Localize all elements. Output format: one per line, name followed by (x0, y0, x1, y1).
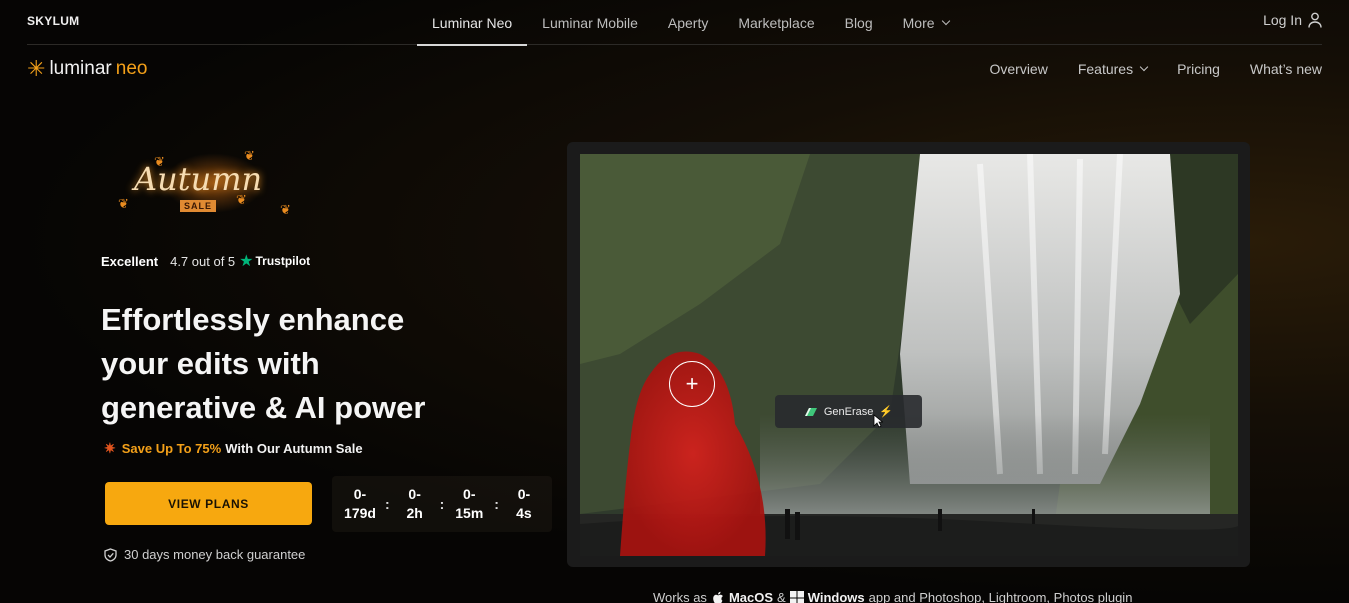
eraser-icon (804, 407, 817, 416)
rating-score: 4.7 out of 5 (170, 253, 236, 269)
trustpilot-name: Trustpilot (255, 254, 311, 268)
nav-blog[interactable]: Blog (830, 0, 888, 45)
platform-support-line: Works as MacOS & Windows app and Photosh… (653, 590, 1133, 603)
chevron-down-icon (941, 16, 950, 25)
trustpilot-star-icon: ★ (239, 253, 254, 270)
user-icon (1308, 12, 1322, 28)
sun-logo-icon: ✳ (27, 56, 46, 81)
autumn-sale-badge: ❦ ❦ ❦ ❦ ❦ Autumn SALE (104, 148, 294, 223)
timer-separator: : (384, 496, 390, 512)
nav-marketplace[interactable]: Marketplace (723, 0, 829, 45)
nav-overview[interactable]: Overview (989, 61, 1047, 77)
timer-seconds: 0- 4s (516, 486, 532, 521)
money-back-guarantee: 30 days money back guarantee (104, 547, 305, 562)
generase-label: GenErase (823, 405, 874, 418)
sale-text: With Our Autumn Sale (225, 441, 363, 456)
nav-pricing[interactable]: Pricing (1177, 61, 1220, 77)
nav-aperty[interactable]: Aperty (653, 0, 723, 45)
top-navbar: SKYLUM Luminar Neo Luminar Mobile Aperty… (27, 0, 1322, 46)
windows-icon (789, 590, 804, 603)
apple-icon (713, 591, 723, 603)
product-nav: Overview Features Pricing What’s new (989, 61, 1322, 77)
waterfall-preview-image (580, 154, 1238, 556)
brush-cursor: + (669, 361, 715, 407)
promo-sale-tag: SALE (180, 200, 217, 212)
chevron-down-icon (1139, 62, 1149, 72)
login-link[interactable]: Log In (1263, 12, 1322, 28)
nav-luminar-neo[interactable]: Luminar Neo (417, 0, 528, 46)
maple-leaf-icon: ✷ (104, 440, 116, 456)
generase-tool-chip[interactable]: GenErase ⚡ (775, 395, 922, 428)
timer-hours: 0- 2h (406, 486, 423, 521)
timer-separator: : (494, 496, 499, 512)
hero-headline: Effortlessly enhance your edits with gen… (101, 302, 426, 425)
timer-minutes: 0- 15m (455, 486, 484, 521)
skylum-brand[interactable]: SKYLUM (27, 14, 79, 28)
timer-days: 0- 179d (344, 486, 376, 521)
nav-features[interactable]: Features (1078, 61, 1149, 77)
view-plans-button[interactable]: VIEW PLANS (105, 482, 312, 525)
countdown-timer: 0- 179d : 0- 2h : 0- 15m : 0- 4s (332, 476, 552, 532)
plus-icon: + (685, 371, 699, 396)
leaf-icon: ❦ (280, 202, 291, 217)
mouse-pointer-icon (873, 414, 883, 428)
nav-more[interactable]: More (888, 0, 964, 45)
shield-check-icon (104, 547, 117, 562)
rating-label: Excellent (101, 253, 159, 269)
nav-whats-new[interactable]: What’s new (1250, 61, 1322, 77)
product-navbar: ✳ luminar neo Overview Features Pricing … (27, 56, 1322, 86)
leaf-icon: ❦ (118, 196, 129, 211)
sale-highlight: Save Up To 75% (121, 441, 222, 456)
promo-word: Autumn (134, 160, 263, 198)
trustpilot-rating[interactable]: Excellent 4.7 out of 5 ★ Trustpilot (101, 251, 310, 271)
top-nav: Luminar Neo Luminar Mobile Aperty Market… (417, 0, 964, 46)
sale-line: ✷ Save Up To 75% With Our Autumn Sale (104, 440, 363, 457)
nav-luminar-mobile[interactable]: Luminar Mobile (527, 0, 653, 45)
luminar-neo-logo[interactable]: ✳ luminar neo (27, 58, 147, 80)
timer-separator: : (439, 496, 445, 512)
